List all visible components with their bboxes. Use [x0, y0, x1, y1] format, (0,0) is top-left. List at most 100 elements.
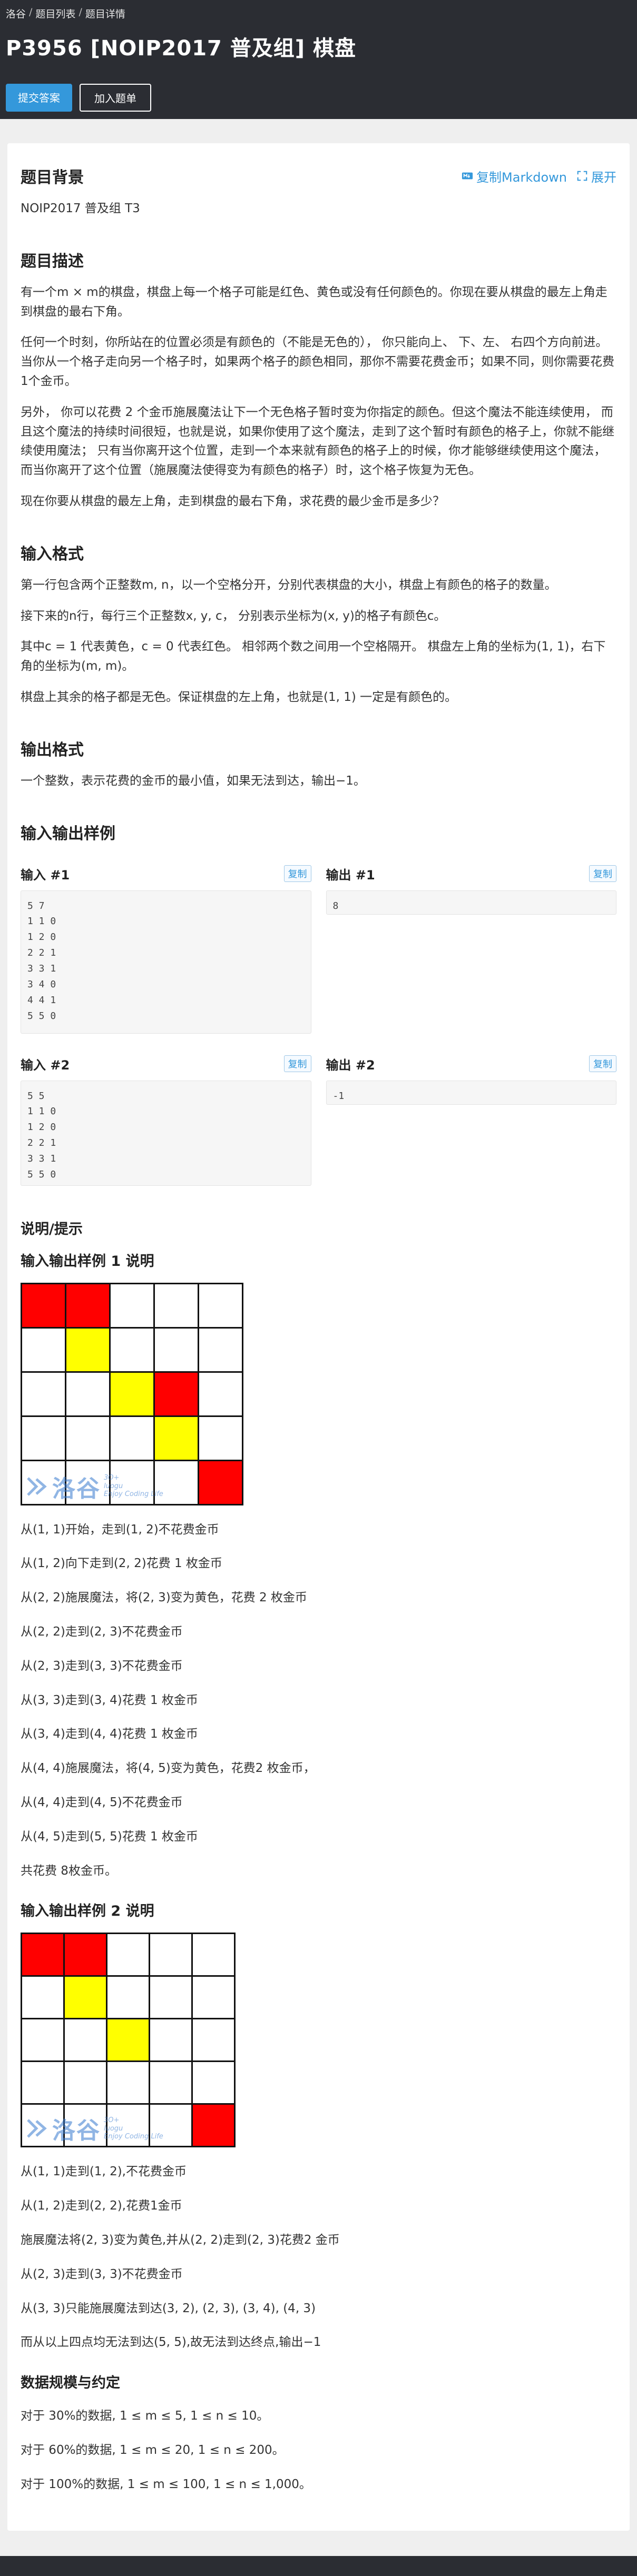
breadcrumb-problem-detail[interactable]: 题目详情	[85, 6, 125, 21]
explanation-step: 从(2, 2)走到(2, 3)不花费金币	[21, 1624, 183, 1639]
board-cell	[150, 1934, 193, 1977]
board-cell	[111, 1461, 155, 1505]
board-cell	[22, 1934, 65, 1977]
board-cell	[111, 1416, 155, 1461]
background-header: 题目背景 复制Markdown 展开	[21, 164, 616, 187]
expand-button[interactable]: 展开	[576, 167, 616, 185]
board-cell	[155, 1372, 199, 1417]
board-cell	[22, 1284, 66, 1329]
hint-heading: 说明/提示	[21, 1221, 83, 1237]
board-cell	[22, 2019, 65, 2063]
page-title: P3956 [NOIP2017 普及组] 棋盘	[6, 36, 356, 61]
copy-markdown-button[interactable]: 复制Markdown	[462, 167, 567, 185]
add-to-list-button[interactable]: 加入题单	[80, 84, 151, 112]
sample-output-code: 8	[326, 890, 616, 915]
samples-heading: 输入输出样例	[21, 824, 115, 843]
input-format-paragraph: 第一行包含两个正整数m, n，以一个空格分开，分别代表棋盘的大小，棋盘上有颜色的…	[21, 578, 557, 592]
board-cell	[22, 2105, 65, 2148]
board-cell	[107, 2105, 150, 2148]
input-format-paragraph: 其中c = 1 代表黄色，c = 0 代表红色。 相邻两个数之间用一个空格隔开。…	[21, 640, 606, 673]
board-cell	[111, 1328, 155, 1373]
board-illustration-2: 洛谷 3O+ luogu Enjoy Coding Life	[21, 1933, 236, 2148]
board-cell	[111, 1372, 155, 1417]
breadcrumb-home[interactable]: 洛谷	[6, 6, 26, 21]
breadcrumb-problem-list[interactable]: 题目列表	[35, 6, 75, 21]
page-header: 洛谷 / 题目列表 / 题目详情 P3956 [NOIP2017 普及组] 棋盘…	[0, 0, 637, 119]
explanation-step: 从(4, 4)走到(4, 5)不花费金币	[21, 1795, 183, 1809]
constraint-line: 对于 100%的数据, 1 ≤ m ≤ 100, 1 ≤ n ≤ 1,000。	[21, 2477, 311, 2491]
sample-output-code: -1	[326, 1080, 616, 1105]
board-cell	[66, 1461, 111, 1505]
copy-button[interactable]: 复制	[589, 1055, 616, 1073]
board-cell	[199, 1284, 243, 1329]
board-cell	[66, 1284, 111, 1329]
board-cell	[107, 1934, 150, 1977]
sample-input-2: 输入 #2 复制 5 5 1 1 0 1 2 0 2 2 1 3 3 1 5 5…	[21, 1055, 311, 1186]
explanation-step: 从(1, 1)开始，走到(1, 2)不花费金币	[21, 1522, 219, 1537]
submit-answer-button[interactable]: 提交答案	[6, 84, 72, 112]
explanation-step: 共花费 8枚金币。	[21, 1864, 117, 1878]
board-cell	[107, 2062, 150, 2105]
board-cell	[193, 2105, 236, 2148]
description-paragraph: 任何一个时刻，你所站在的位置必须是有颜色的（不能是无色的）， 你只能向上、 下、…	[21, 335, 614, 388]
board-cell	[150, 2105, 193, 2148]
board-cell	[65, 1934, 107, 1977]
board-cell	[193, 1934, 236, 1977]
input-format-heading: 输入格式	[21, 544, 84, 563]
description-paragraph: 现在你要从棋盘的最左上角，走到棋盘的最右下角，求花费的最少金币是多少？	[21, 494, 445, 508]
board-cell	[199, 1328, 243, 1373]
sample-row-1: 输入 #1 复制 5 7 1 1 0 1 2 0 2 2 1 3 3 1 3 4…	[21, 865, 616, 1034]
board-cell	[66, 1328, 111, 1373]
explanation-step: 从(2, 3)走到(3, 3)不花费金币	[21, 1659, 183, 1673]
card-tools: 复制Markdown 展开	[462, 167, 616, 185]
input-format-paragraph: 接下来的n行，每行三个正整数x, y, c， 分别表示坐标为(x, y)的格子有…	[21, 609, 446, 623]
expand-label: 展开	[591, 170, 616, 185]
copy-button[interactable]: 复制	[283, 865, 311, 883]
explanation-step: 施展魔法将(2, 3)变为黄色,并从(2, 2)走到(2, 3)花费2 金币	[21, 2233, 340, 2247]
board-cell	[150, 2062, 193, 2105]
description-paragraph: 有一个m × m的棋盘，棋盘上每一个格子可能是红色、黄色或没有任何颜色的。你现在…	[21, 285, 607, 319]
header-actions: 提交答案 加入题单	[6, 84, 631, 112]
description-heading: 题目描述	[21, 252, 84, 271]
board-cell	[66, 1416, 111, 1461]
board-cell	[150, 1977, 193, 2020]
constraints-heading: 数据规模与约定	[21, 2375, 120, 2392]
problem-card: 题目背景 复制Markdown 展开 NOIP2017 普及组 T3 题目描述 …	[7, 143, 630, 2531]
board-cell	[22, 1977, 65, 2020]
copy-markdown-label: 复制Markdown	[476, 170, 567, 185]
copy-button[interactable]: 复制	[283, 1055, 311, 1073]
sample-output-2: 输出 #2 复制 -1	[326, 1055, 616, 1186]
breadcrumb: 洛谷 / 题目列表 / 题目详情	[6, 6, 631, 21]
explanation-step: 从(1, 2)走到(2, 2),花费1金币	[21, 2199, 182, 2213]
board-cell	[199, 1372, 243, 1417]
explanation-step: 从(1, 2)向下走到(2, 2)花费 1 枚金币	[21, 1557, 222, 1571]
board-cell	[66, 1372, 111, 1417]
constraint-line: 对于 60%的数据, 1 ≤ m ≤ 20, 1 ≤ n ≤ 200。	[21, 2443, 285, 2457]
board-grid	[21, 1282, 243, 1505]
background-text: NOIP2017 普及组 T3	[21, 202, 140, 215]
board-cell	[107, 1977, 150, 2020]
sample-output-label: 输出 #1	[326, 867, 375, 883]
board-cell	[22, 1328, 66, 1373]
board-cell	[22, 2062, 65, 2105]
board-cell	[199, 1461, 243, 1505]
sample-input-code: 5 7 1 1 0 1 2 0 2 2 1 3 3 1 3 4 0 4 4 1 …	[21, 890, 311, 1034]
board-cell	[22, 1372, 66, 1417]
board-cell	[199, 1416, 243, 1461]
board-cell	[22, 1461, 66, 1505]
explanation-step: 从(4, 4)施展魔法，将(4, 5)变为黄色，花费2 枚金币，	[21, 1761, 316, 1776]
board-cell	[155, 1461, 199, 1505]
board-cell	[155, 1328, 199, 1373]
board-illustration-1: 洛谷 3O+ luogu Enjoy Coding Life	[21, 1282, 243, 1505]
example-2-heading: 输入输出样例 2 说明	[21, 1903, 154, 1920]
input-format-paragraph: 棋盘上其余的格子都是无色。保证棋盘的左上角，也就是(1, 1) 一定是有颜色的。	[21, 690, 457, 704]
board-cell	[22, 1416, 66, 1461]
sample-input-code: 5 5 1 1 0 1 2 0 2 2 1 3 3 1 5 5 0	[21, 1080, 311, 1186]
sample-input-label: 输入 #1	[21, 867, 70, 883]
constraint-line: 对于 30%的数据, 1 ≤ m ≤ 5, 1 ≤ n ≤ 10。	[21, 2409, 269, 2423]
sample-input-1: 输入 #1 复制 5 7 1 1 0 1 2 0 2 2 1 3 3 1 3 4…	[21, 865, 311, 1034]
page-footer	[0, 2556, 637, 2576]
copy-button[interactable]: 复制	[589, 865, 616, 883]
board-cell	[193, 2062, 236, 2105]
breadcrumb-separator: /	[29, 6, 33, 18]
